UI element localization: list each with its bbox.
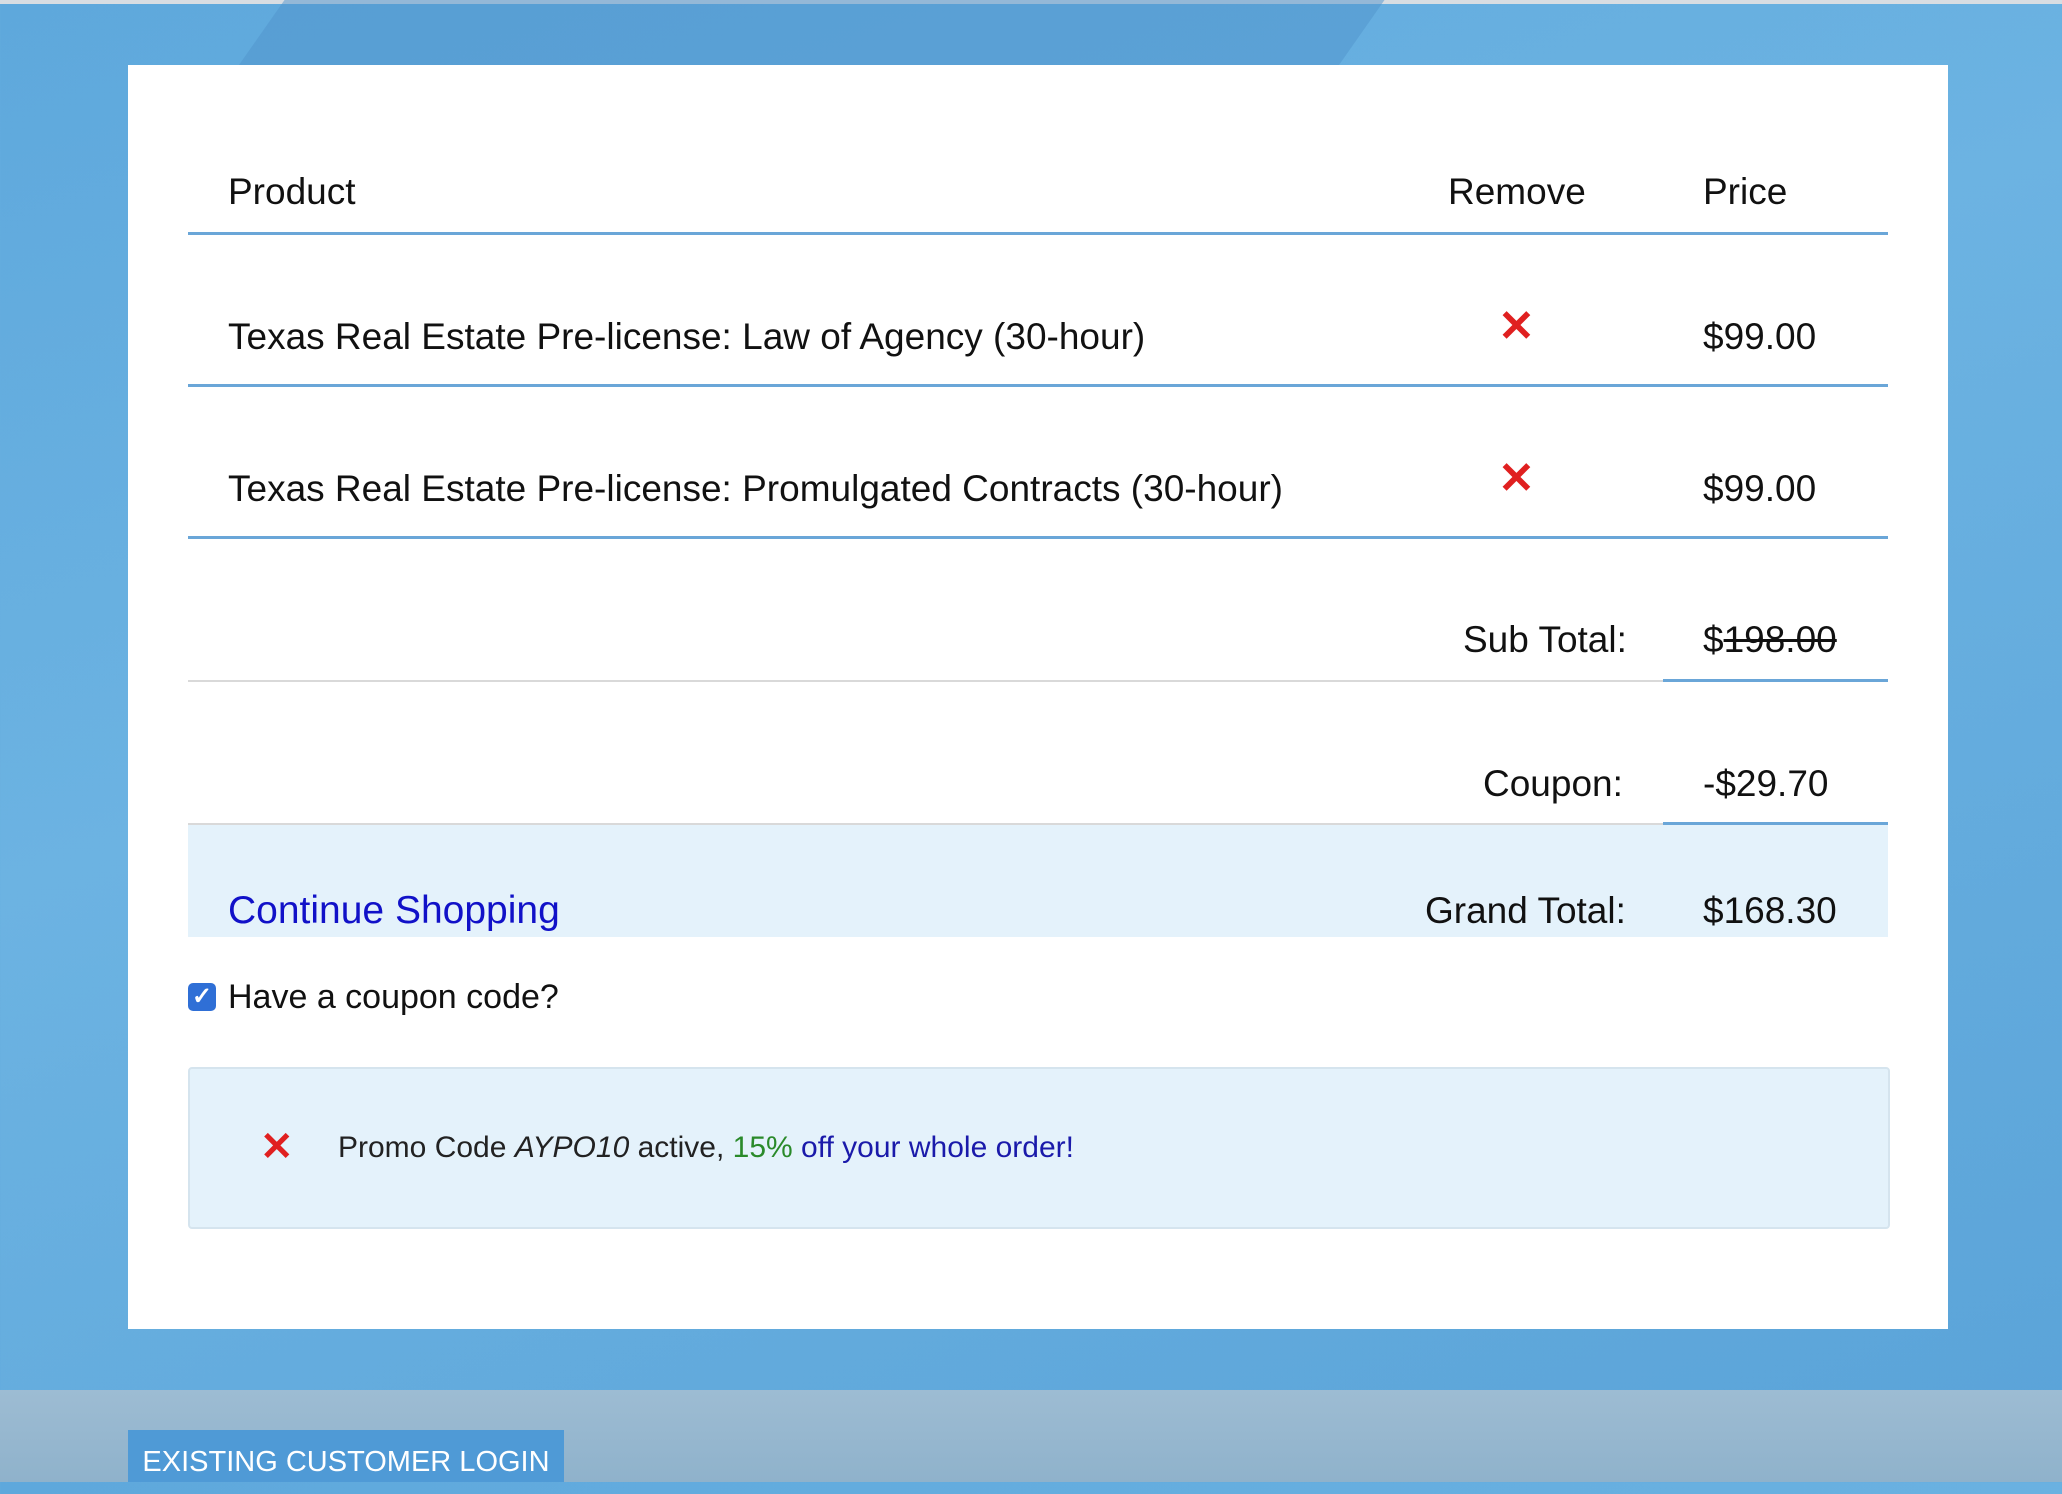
subtotal-value: $198.00	[1703, 619, 1837, 661]
header-product: Product	[228, 171, 356, 213]
header-divider	[188, 232, 1888, 235]
coupon-label: Coupon:	[1483, 763, 1623, 805]
product-name: Texas Real Estate Pre-license: Promulgat…	[228, 468, 1283, 510]
background-shape	[235, 0, 1385, 70]
subtotal-amount: 198.00	[1723, 619, 1837, 661]
grand-total-value: $168.30	[1703, 890, 1837, 932]
grand-total-label: Grand Total:	[1425, 890, 1626, 932]
row-divider	[188, 384, 1888, 387]
item-price: $99.00	[1703, 468, 1817, 510]
promo-middle: active,	[629, 1131, 733, 1164]
existing-customer-login-button[interactable]: EXISTING CUSTOMER LOGIN	[128, 1430, 564, 1482]
subtotal-label: Sub Total:	[1463, 619, 1627, 661]
remove-item-icon[interactable]: ✕	[1498, 305, 1535, 349]
coupon-value: -$29.70	[1703, 763, 1829, 805]
row-divider	[188, 536, 1888, 539]
promo-code-box: ✕ Promo Code AYPO10 active, 15% off your…	[188, 1067, 1890, 1229]
header-price: Price	[1703, 171, 1788, 213]
product-name: Texas Real Estate Pre-license: Law of Ag…	[228, 316, 1146, 358]
coupon-checkbox[interactable]: ✓	[188, 983, 216, 1011]
continue-shopping-link[interactable]: Continue Shopping	[228, 889, 560, 933]
coupon-value-divider	[1663, 822, 1888, 825]
promo-percent: 15%	[732, 1131, 793, 1164]
coupon-divider	[188, 823, 1668, 825]
remove-item-icon[interactable]: ✕	[1498, 457, 1535, 501]
promo-suffix: off your whole order!	[792, 1131, 1074, 1164]
subtotal-value-divider	[1663, 679, 1888, 682]
promo-prefix: Promo Code	[338, 1131, 515, 1164]
header-remove: Remove	[1448, 171, 1586, 213]
cart-card: Product Remove Price Texas Real Estate P…	[128, 65, 1948, 1329]
subtotal-divider	[188, 680, 1668, 682]
subtotal-currency: $	[1703, 619, 1724, 661]
item-price: $99.00	[1703, 316, 1817, 358]
promo-code: AYPO10	[514, 1131, 630, 1164]
coupon-checkbox-label[interactable]: Have a coupon code?	[228, 978, 559, 1017]
remove-promo-icon[interactable]: ✕	[260, 1127, 294, 1167]
promo-message: Promo Code AYPO10 active, 15% off your w…	[338, 1131, 1074, 1165]
